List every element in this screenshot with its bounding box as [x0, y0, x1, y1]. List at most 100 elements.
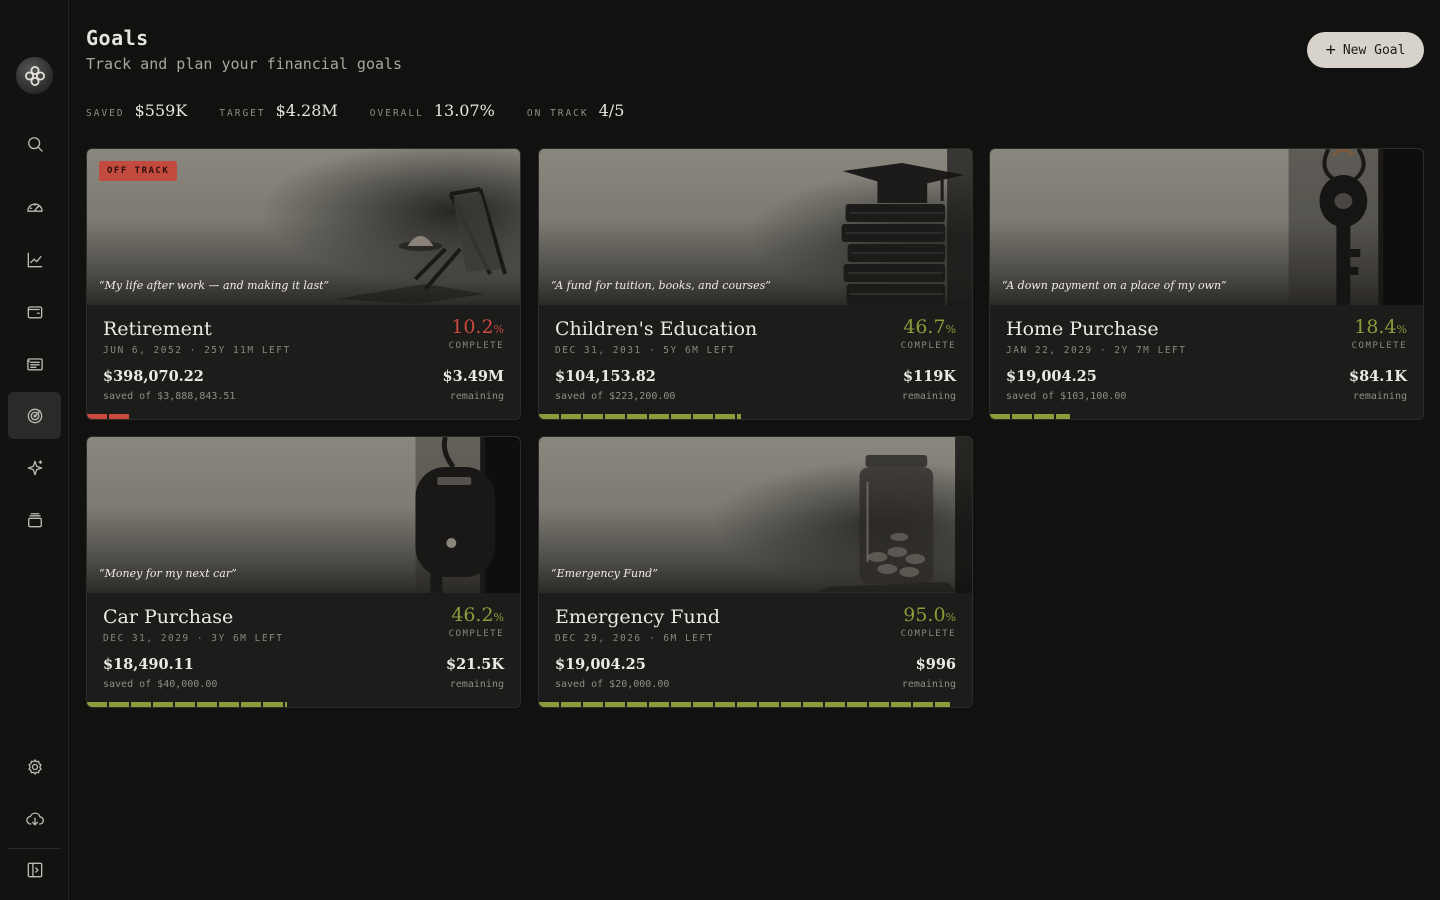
nav-sync[interactable] — [8, 795, 61, 842]
goal-percent-value: 46.2 — [451, 604, 494, 626]
sidebar — [0, 0, 69, 900]
sidebar-toggle-icon — [27, 862, 42, 877]
new-goal-button[interactable]: + New Goal — [1307, 32, 1424, 68]
goal-card-emergency-fund[interactable]: “Emergency Fund” Emergency Fund DEC 29, … — [538, 436, 973, 708]
goal-quote: “My life after work — and making it last… — [99, 279, 330, 292]
nav-archive[interactable] — [8, 496, 61, 543]
chart-line-icon — [27, 252, 42, 267]
page-title: Goals — [86, 26, 149, 50]
stat-overall: OVERALL 13.07% — [370, 101, 495, 120]
goal-saved-of: saved of $3,888,843.51 — [103, 391, 236, 402]
goal-remaining-label: remaining — [449, 679, 504, 690]
nav-insights[interactable] — [8, 444, 61, 491]
goal-saved: $398,070.22 — [103, 368, 204, 385]
goal-saved: $18,490.11 — [103, 656, 194, 673]
goal-percent-value: 18.4 — [1354, 316, 1397, 338]
goal-date: DEC 29, 2026 · 6M LEFT — [555, 633, 714, 644]
goal-percent: 10.2% — [451, 316, 504, 338]
nav-dashboard[interactable] — [8, 183, 61, 230]
nav-accounts[interactable] — [8, 288, 61, 335]
stat-target: TARGET $4.28M — [219, 101, 338, 120]
stat-value: $559K — [134, 101, 188, 120]
logo-icon — [24, 65, 45, 86]
goal-percent-label: COMPLETE — [900, 629, 956, 639]
goal-percent-value: 10.2 — [451, 316, 494, 338]
goal-quote: “A fund for tuition, books, and courses” — [551, 279, 771, 292]
nav-transactions[interactable] — [8, 340, 61, 387]
goal-percent: 46.7% — [903, 316, 956, 338]
goal-remaining-label: remaining — [901, 391, 956, 402]
goal-percent: 18.4% — [1354, 316, 1407, 338]
goal-percent-unit: % — [945, 611, 956, 624]
goal-remaining: $996 — [915, 656, 956, 673]
goal-saved-of: saved of $103,100.00 — [1006, 391, 1127, 402]
goal-percent: 95.0% — [903, 604, 956, 626]
stat-value: $4.28M — [275, 101, 338, 120]
goal-remaining-label: remaining — [901, 679, 956, 690]
goal-remaining-label: remaining — [449, 391, 504, 402]
gauge-icon — [26, 202, 43, 212]
app-logo[interactable] — [16, 57, 53, 94]
goal-quote: “Emergency Fund” — [551, 567, 658, 580]
goal-card-home-purchase[interactable]: “A down payment on a place of my own” Ho… — [989, 148, 1424, 420]
goal-percent-value: 95.0 — [903, 604, 946, 626]
nav-collapse[interactable] — [8, 846, 61, 893]
goal-name: Home Purchase — [1006, 318, 1159, 340]
goal-percent: 46.2% — [451, 604, 504, 626]
receipt-icon — [26, 357, 43, 370]
goal-date: JUN 6, 2052 · 25Y 11M LEFT — [103, 345, 291, 356]
progress-bar — [87, 702, 520, 707]
goal-quote: “A down payment on a place of my own” — [1002, 279, 1227, 292]
goal-percent-label: COMPLETE — [448, 629, 504, 639]
nav-investments[interactable] — [8, 236, 61, 283]
goal-date: DEC 31, 2029 · 3Y 6M LEFT — [103, 633, 284, 644]
stat-label: TARGET — [219, 108, 266, 119]
progress-bar — [990, 414, 1423, 419]
goal-card-car-purchase[interactable]: “Money for my next car” Car Purchase DEC… — [86, 436, 521, 708]
goal-name: Car Purchase — [103, 606, 234, 628]
progress-fill — [87, 414, 132, 419]
off-track-badge: OFF TRACK — [99, 161, 178, 181]
cloud-download-icon — [25, 812, 44, 825]
goal-saved-of: saved of $40,000.00 — [103, 679, 218, 690]
stat-value: 13.07% — [433, 101, 495, 120]
goal-saved-of: saved of $223,200.00 — [555, 391, 676, 402]
goal-percent-unit: % — [493, 323, 504, 336]
new-goal-label: New Goal — [1342, 42, 1406, 58]
goal-date: JAN 22, 2029 · 2Y 7M LEFT — [1006, 345, 1187, 356]
plus-icon: + — [1325, 39, 1336, 60]
goal-remaining: $119K — [903, 368, 956, 385]
summary-stats: SAVED $559K TARGET $4.28M OVERALL 13.07%… — [86, 101, 656, 125]
target-icon — [27, 408, 42, 423]
goal-card-retirement[interactable]: OFF TRACK “My life after work — and maki… — [86, 148, 521, 420]
sparkle-icon — [27, 459, 42, 475]
goal-remaining-label: remaining — [1352, 391, 1407, 402]
goal-saved: $19,004.25 — [555, 656, 646, 673]
goal-percent-unit: % — [1396, 323, 1407, 336]
goal-date: DEC 31, 2031 · 5Y 6M LEFT — [555, 345, 736, 356]
stat-label: SAVED — [86, 108, 125, 119]
goal-percent-unit: % — [945, 323, 956, 336]
goal-remaining: $84.1K — [1348, 368, 1407, 385]
goal-saved-of: saved of $20,000.00 — [555, 679, 670, 690]
nav-goals[interactable] — [8, 392, 61, 439]
goal-percent-label: COMPLETE — [448, 341, 504, 351]
goal-quote: “Money for my next car” — [99, 567, 237, 580]
nav-search[interactable] — [8, 120, 61, 167]
goal-percent-label: COMPLETE — [900, 341, 956, 351]
goal-card-childrens-education[interactable]: “A fund for tuition, books, and courses”… — [538, 148, 973, 420]
wallet-icon — [27, 305, 42, 318]
nav-settings[interactable] — [8, 743, 61, 790]
gear-icon — [27, 758, 42, 775]
progress-bar — [539, 414, 972, 419]
stat-on-track: ON TRACK 4/5 — [527, 101, 625, 120]
progress-fill — [990, 414, 1070, 419]
stat-saved: SAVED $559K — [86, 101, 187, 120]
goal-percent-label: COMPLETE — [1351, 341, 1407, 351]
search-icon — [27, 136, 43, 152]
stat-label: ON TRACK — [526, 108, 589, 119]
goal-name: Emergency Fund — [555, 606, 721, 628]
stat-label: OVERALL — [369, 108, 424, 119]
goal-percent-value: 46.7 — [903, 316, 946, 338]
progress-fill — [539, 702, 951, 707]
